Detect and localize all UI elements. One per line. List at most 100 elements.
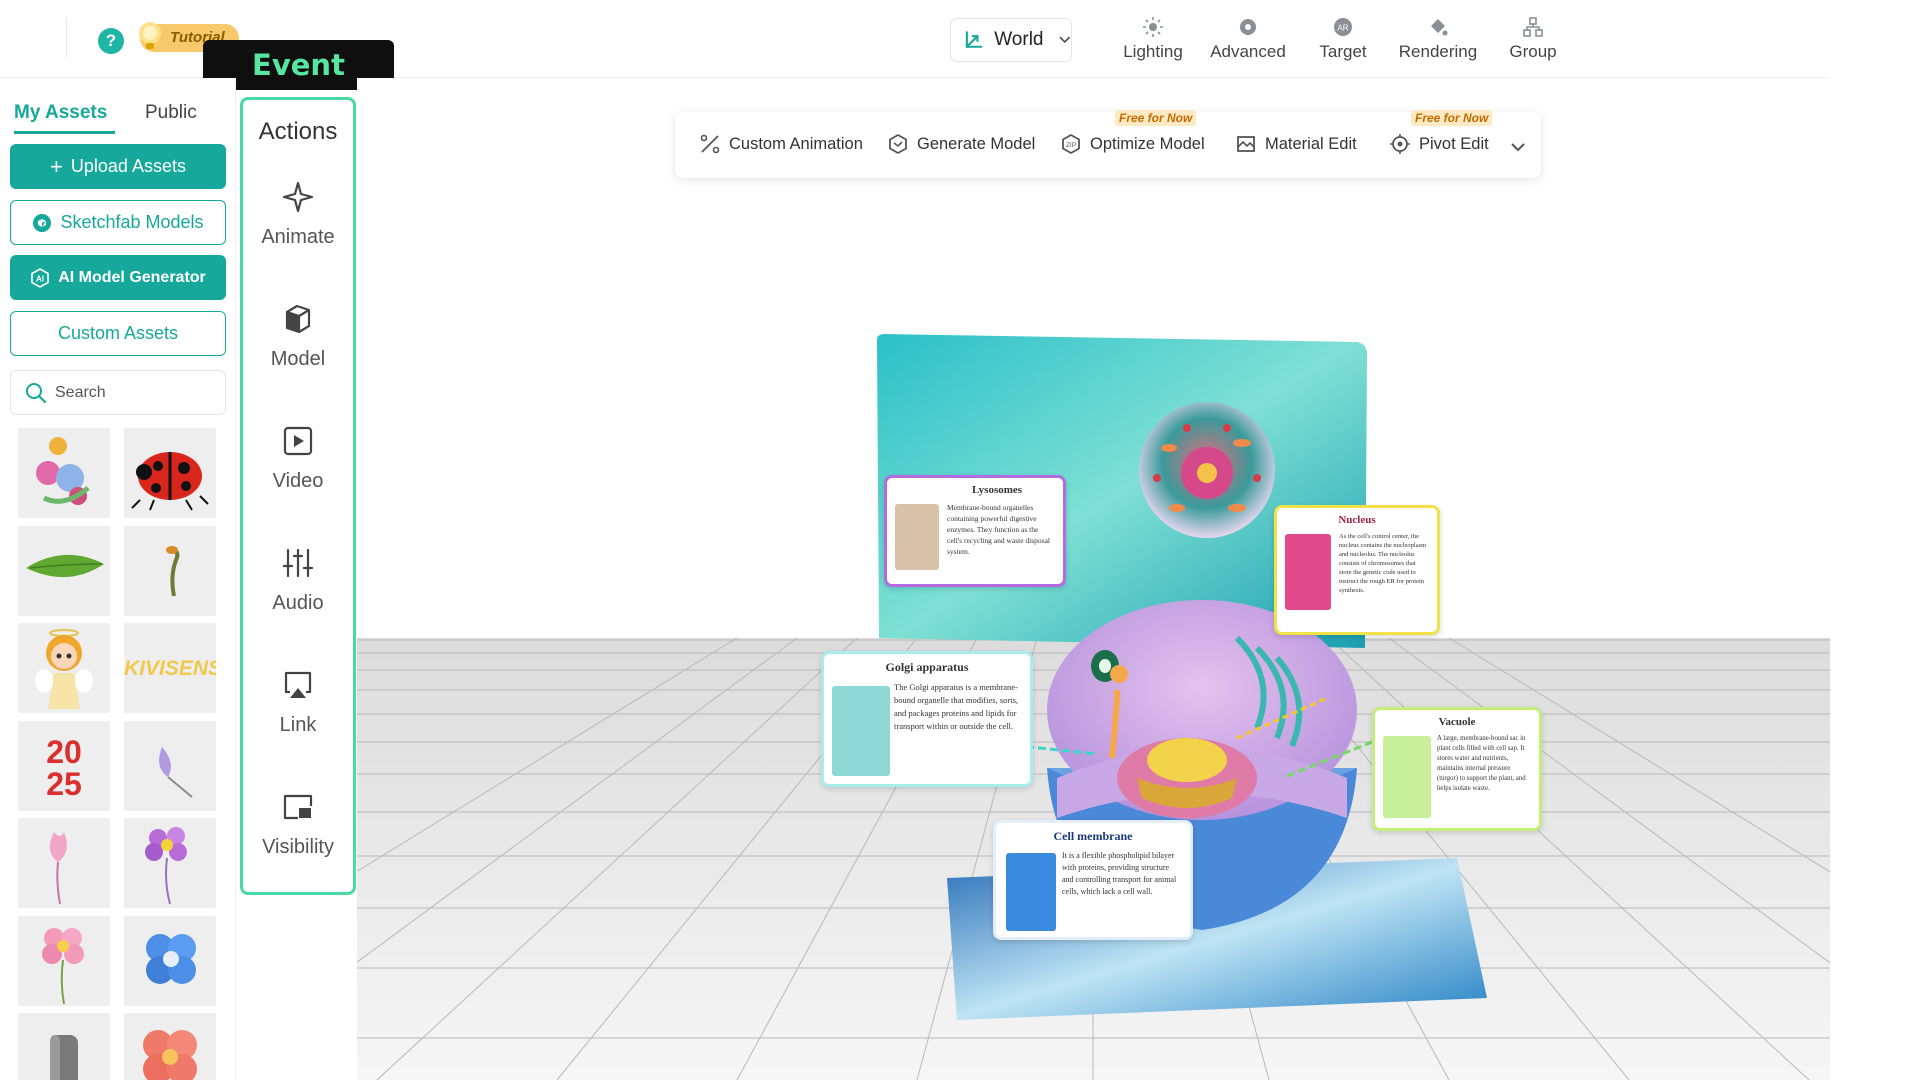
action-audio[interactable]: Audio (243, 546, 353, 615)
lighting-button[interactable]: Lighting (1108, 16, 1198, 66)
generate-model-icon (889, 133, 907, 155)
vacuole-text: A large, membrane-bound sac in plant cel… (1437, 735, 1526, 792)
app-root: ? Tutorial Event Panel World Lighting (0, 0, 1920, 1080)
asset-thumb-purple-flower[interactable] (124, 818, 216, 908)
year-top-text: 20 (46, 734, 82, 770)
generate-model-label: Generate Model (917, 134, 1036, 153)
nucleus-image (1285, 534, 1331, 610)
divider (66, 18, 67, 58)
group-icon (1523, 17, 1543, 37)
lightbulb-icon (139, 22, 161, 49)
golgi-image (832, 686, 890, 776)
asset-thumb-sprout[interactable] (124, 526, 216, 616)
action-animate[interactable]: Animate (243, 180, 353, 249)
video-label: Video (272, 470, 324, 492)
advanced-icon (1240, 19, 1256, 35)
action-video[interactable]: Video (243, 424, 353, 493)
asset-thumb-2025[interactable]: 20 25 (18, 721, 110, 811)
pivot-edit-button[interactable]: Pivot Edit (1389, 133, 1489, 155)
pivot-edit-icon (1390, 134, 1410, 154)
rendering-button[interactable]: Rendering (1393, 16, 1483, 66)
nucleus-title: Nucleus (1338, 514, 1376, 526)
asset-thumb-gray-cylinder[interactable] (18, 1013, 110, 1080)
custom-assets-button[interactable]: Custom Assets (10, 311, 226, 356)
vacuole-image (1383, 736, 1431, 818)
custom-assets-label: Custom Assets (57, 323, 179, 343)
3d-viewport[interactable]: Custom Animation Generate Model ZIP Opti… (357, 78, 1830, 1080)
asset-thumb-flower-figure[interactable] (18, 428, 110, 518)
picture-in-picture-icon (283, 794, 313, 820)
action-visibility[interactable]: Visibility (243, 790, 353, 859)
ai-model-generator-button[interactable]: AI AI Model Generator (10, 255, 226, 300)
optimize-model-icon: ZIP (1062, 133, 1080, 155)
cell-membrane-card[interactable]: Cell membrane It is a flexible phospholi… (993, 820, 1193, 940)
actions-title: Actions (258, 118, 338, 145)
generate-model-button[interactable]: Generate Model (887, 133, 1035, 155)
sliders-icon (282, 548, 314, 578)
asset-thumb-pink-flower[interactable] (18, 916, 110, 1006)
asset-thumb-ladybug[interactable] (124, 428, 216, 518)
world-space-selector[interactable]: World (950, 18, 1072, 62)
airplay-icon (284, 671, 312, 698)
action-link[interactable]: Link (243, 668, 353, 737)
cube-icon (285, 304, 311, 334)
asset-thumb-purple-bud[interactable] (124, 721, 216, 811)
custom-animation-icon (700, 134, 720, 154)
golgi-card[interactable]: Golgi apparatus The Golgi apparatus is a… (821, 651, 1033, 787)
audio-label: Audio (272, 592, 324, 614)
lysosomes-text: Membrane-bound organelles containing pow… (947, 503, 1050, 556)
animate-label: Animate (261, 226, 335, 248)
nucleus-text: As the cell's control center, the nucleu… (1339, 533, 1427, 594)
world-label: World (994, 29, 1044, 50)
svg-text:ZIP: ZIP (1066, 142, 1076, 149)
visibility-label: Visibility (262, 836, 334, 858)
custom-animation-button[interactable]: Custom Animation (699, 133, 863, 155)
vacuole-card[interactable]: Vacuole A large, membrane-bound sac in p… (1372, 707, 1542, 831)
search-placeholder: Search (55, 383, 106, 401)
rendering-icon (1431, 19, 1448, 36)
free-badge-pivot: Free for Now (1411, 110, 1493, 126)
chevron-down-icon (1058, 36, 1070, 44)
optimize-model-button[interactable]: ZIP Optimize Model (1060, 133, 1205, 155)
help-icon[interactable]: ? (98, 28, 124, 54)
lysosomes-card[interactable]: Lysosomes Membrane-bound organelles cont… (884, 475, 1066, 587)
right-margin (1830, 0, 1920, 1080)
upload-assets-button[interactable]: + Upload Assets (10, 144, 226, 189)
advanced-button[interactable]: Advanced (1203, 16, 1293, 66)
lysosome-image (895, 504, 939, 570)
year-bottom-text: 25 (46, 766, 82, 802)
asset-thumb-coral-flower[interactable] (124, 1013, 216, 1080)
sketchfab-models-button[interactable]: Sketchfab Models (10, 200, 226, 245)
asset-thumb-pink-tulip[interactable] (18, 818, 110, 908)
group-button[interactable]: Group (1488, 16, 1578, 66)
ai-icon: AI (31, 267, 50, 288)
lysosomes-title: Lysosomes (971, 484, 1023, 496)
material-edit-button[interactable]: Material Edit (1235, 133, 1357, 155)
target-icon: AR (1334, 18, 1352, 36)
plus-icon: + (50, 153, 63, 179)
asset-search-input[interactable]: Search (10, 370, 226, 415)
group-label: Group (1509, 42, 1557, 61)
asset-thumb-angel-doll[interactable] (18, 623, 110, 713)
asset-thumb-leaf[interactable] (18, 526, 110, 616)
top-bar: ? Tutorial Event Panel World Lighting (0, 0, 1830, 132)
rendering-label: Rendering (1398, 42, 1478, 61)
nucleus-card[interactable]: Nucleus As the cell's control center, th… (1274, 505, 1440, 635)
chevron-down-icon[interactable] (1510, 141, 1526, 153)
material-edit-label: Material Edit (1265, 134, 1357, 153)
search-icon (26, 382, 47, 403)
action-model[interactable]: Model (243, 302, 353, 371)
sketchfab-icon (33, 213, 52, 232)
asset-thumb-blue-flower[interactable] (124, 916, 216, 1006)
svg-text:AR: AR (1337, 24, 1348, 33)
ai-generator-label: AI Model Generator (58, 268, 206, 286)
sparkle-icon (282, 181, 314, 213)
tab-public[interactable]: Public (145, 102, 197, 124)
tab-my-assets[interactable]: My Assets (14, 102, 116, 134)
target-button[interactable]: AR Target (1298, 16, 1388, 66)
asset-thumb-kivisense-logo[interactable]: KIVISENS (124, 623, 216, 713)
free-badge-optimize: Free for Now (1115, 110, 1197, 126)
axis-icon (965, 31, 983, 48)
golgi-text: The Golgi apparatus is a membrane-bound … (894, 682, 1019, 731)
pivot-edit-label: Pivot Edit (1419, 134, 1489, 153)
